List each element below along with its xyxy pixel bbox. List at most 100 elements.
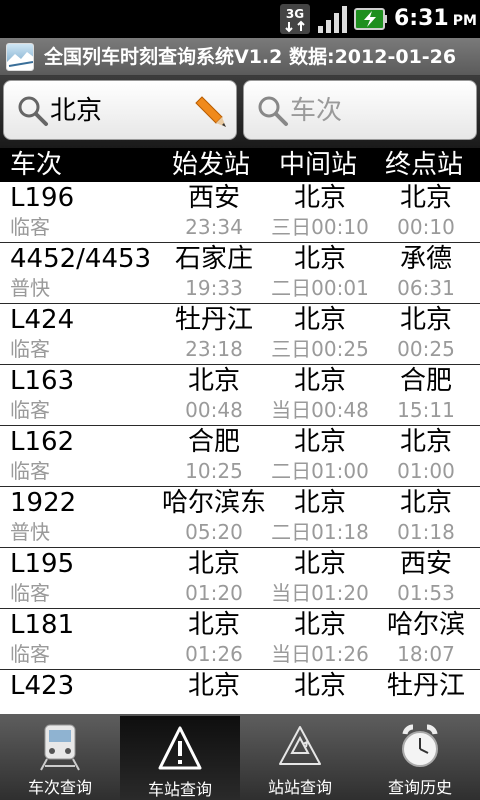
station-search-input[interactable]: 北京 — [50, 81, 102, 141]
destination-station: 北京 — [399, 183, 452, 213]
origin-station: 牡丹江 — [174, 305, 253, 335]
destination-station: 承德 — [399, 244, 452, 274]
train-search-box[interactable]: 车次 — [243, 80, 477, 140]
tab-label: 车次查询 — [27, 778, 92, 797]
station-search-box[interactable]: 北京 — [3, 80, 237, 140]
middle-time: 三日00:10 — [271, 215, 369, 239]
table-row[interactable]: L195 临客 北京 01:20 北京 当日01:20 西安 01:53 — [0, 548, 480, 609]
origin-time: 23:34 — [185, 215, 243, 239]
train-number: L163 — [10, 366, 75, 396]
header-middle: 中间站 — [279, 150, 358, 180]
pencil-icon[interactable] — [194, 93, 228, 129]
middle-station: 北京 — [293, 671, 346, 701]
train-number: L162 — [10, 427, 75, 457]
app-logo-icon — [6, 43, 34, 71]
table-row[interactable]: L196 临客 西安 23:34 北京 三日00:10 北京 00:10 — [0, 182, 480, 243]
status-bar: 3G 6:31 PM — [0, 0, 480, 38]
search-icon — [258, 96, 288, 126]
destination-time: 00:25 — [397, 337, 455, 361]
origin-time: 23:18 — [185, 337, 243, 361]
header-origin: 始发站 — [172, 150, 251, 180]
tab-station-query[interactable]: 车站查询 — [120, 714, 240, 800]
train-number: L196 — [10, 183, 75, 213]
origin-time: 01:26 — [185, 642, 243, 666]
origin-time: 05:20 — [185, 520, 243, 544]
tab-station-to-station[interactable]: 站站查询 — [240, 714, 360, 800]
middle-station: 北京 — [293, 305, 346, 335]
clock-time: 6:31 PM — [394, 6, 477, 31]
origin-station: 石家庄 — [174, 244, 253, 274]
origin-time: 10:25 — [185, 459, 243, 483]
header-train-no: 车次 — [10, 150, 63, 180]
recycle-triangle-icon — [279, 726, 321, 765]
train-number: L181 — [10, 610, 75, 640]
app-title: 全国列车时刻查询系统V1.2 数据:2012-01-26 — [44, 46, 457, 68]
middle-station: 北京 — [293, 244, 346, 274]
destination-station: 哈尔滨 — [386, 610, 465, 640]
destination-station: 北京 — [399, 427, 452, 457]
middle-station: 北京 — [293, 488, 346, 518]
train-number: 4452/4453 — [10, 244, 152, 274]
train-type: 临客 — [10, 398, 50, 422]
table-row[interactable]: L424 临客 牡丹江 23:18 北京 三日00:25 北京 00:25 — [0, 304, 480, 365]
train-type: 临客 — [10, 215, 50, 239]
tab-train-query[interactable]: 车次查询 — [0, 714, 120, 800]
middle-time: 二日01:18 — [271, 520, 369, 544]
table-row[interactable]: 4452/4453 普快 石家庄 19:33 北京 二日00:01 承德 06:31 — [0, 243, 480, 304]
train-number: L424 — [10, 305, 75, 335]
destination-time: 01:18 — [397, 520, 455, 544]
destination-station: 北京 — [399, 305, 452, 335]
destination-station: 北京 — [399, 488, 452, 518]
destination-station: 牡丹江 — [386, 671, 465, 701]
destination-time: 06:31 — [397, 276, 455, 300]
middle-station: 北京 — [293, 366, 346, 396]
middle-time: 当日01:26 — [271, 642, 369, 666]
table-row[interactable]: 1922 普快 哈尔滨东 05:20 北京 二日01:18 北京 01:18 — [0, 487, 480, 548]
signal-icon — [316, 4, 350, 34]
destination-time: 01:00 — [397, 459, 455, 483]
table-header: 车次 始发站 中间站 终点站 — [0, 148, 480, 182]
alarm-clock-icon — [402, 724, 438, 767]
train-search-input[interactable]: 车次 — [290, 81, 342, 141]
table-row[interactable]: L162 临客 合肥 10:25 北京 二日01:00 北京 01:00 — [0, 426, 480, 487]
train-type: 普快 — [10, 276, 50, 300]
origin-station: 北京 — [187, 671, 240, 701]
tab-label: 查询历史 — [387, 778, 452, 797]
header-destination: 终点站 — [385, 150, 464, 180]
battery-charging-icon — [354, 6, 388, 32]
destination-time: 00:10 — [397, 215, 455, 239]
train-type: 临客 — [10, 459, 50, 483]
destination-time: 01:53 — [397, 581, 455, 605]
destination-station: 合肥 — [399, 366, 452, 396]
destination-time: 18:07 — [397, 642, 455, 666]
middle-time: 三日00:25 — [271, 337, 369, 361]
middle-station: 北京 — [293, 427, 346, 457]
destination-time: 15:11 — [397, 398, 455, 422]
origin-station: 北京 — [187, 366, 240, 396]
middle-time: 二日01:00 — [271, 459, 369, 483]
train-icon — [40, 724, 80, 771]
middle-station: 北京 — [293, 183, 346, 213]
train-type: 临客 — [10, 337, 50, 361]
origin-station: 北京 — [187, 610, 240, 640]
middle-time: 二日00:01 — [271, 276, 369, 300]
table-row[interactable]: L163 临客 北京 00:48 北京 当日00:48 合肥 15:11 — [0, 365, 480, 426]
search-icon — [18, 96, 48, 126]
tab-query-history[interactable]: 查询历史 — [360, 714, 480, 800]
train-type: 普快 — [10, 520, 50, 544]
origin-time: 01:20 — [185, 581, 243, 605]
warning-triangle-icon — [158, 726, 202, 770]
table-row[interactable]: L423 北京 北京 牡丹江 — [0, 670, 480, 714]
train-list[interactable]: L196 临客 西安 23:34 北京 三日00:10 北京 00:10 4452/4453 普快… — [0, 182, 480, 714]
search-area: 北京 车次 — [0, 76, 480, 148]
train-number: 1922 — [10, 488, 77, 518]
origin-station: 合肥 — [187, 427, 240, 457]
tab-label: 站站查询 — [267, 778, 332, 797]
origin-station: 哈尔滨东 — [161, 488, 266, 518]
3g-icon: 3G — [280, 4, 310, 34]
table-row[interactable]: L181 临客 北京 01:26 北京 当日01:26 哈尔滨 18:07 — [0, 609, 480, 670]
middle-time: 当日00:48 — [271, 398, 369, 422]
origin-station: 北京 — [187, 549, 240, 579]
train-type: 临客 — [10, 642, 50, 666]
train-number: L195 — [10, 549, 75, 579]
